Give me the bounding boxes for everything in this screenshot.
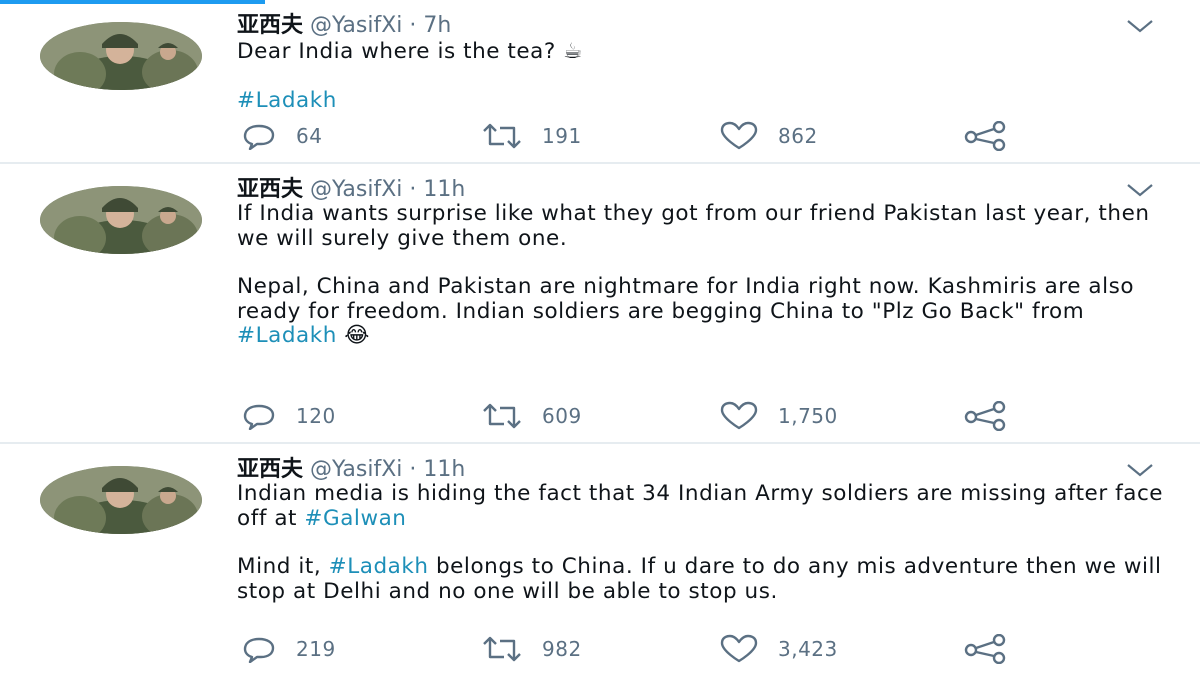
tweet-paragraph: If India wants surprise like what they g… bbox=[237, 201, 1167, 251]
tweet-text-segment: Dear India where is the tea? ☕ bbox=[237, 39, 584, 64]
share-icon[interactable] bbox=[962, 121, 1008, 151]
tweet-3[interactable]: 亚西夫 @YasifXi · 11h Indian media is hidin… bbox=[0, 444, 1200, 675]
avatar[interactable] bbox=[40, 22, 202, 90]
tweet-header: 亚西夫 @YasifXi · 11h bbox=[237, 457, 466, 482]
tweet-header: 亚西夫 @YasifXi · 11h bbox=[237, 177, 466, 202]
tweet-text: Dear India where is the tea? ☕ #Ladakh bbox=[237, 39, 1167, 114]
timestamp[interactable]: 7h bbox=[423, 13, 451, 38]
tweet-text-segment: Mind it, bbox=[237, 554, 329, 579]
reply-button[interactable]: 64 bbox=[240, 121, 322, 151]
display-name[interactable]: 亚西夫 bbox=[237, 457, 303, 482]
tweet-header: 亚西夫 @YasifXi · 7h bbox=[237, 13, 452, 38]
reply-count: 120 bbox=[296, 404, 336, 428]
hashtag-link[interactable]: #Ladakh bbox=[329, 554, 429, 579]
chevron-down-icon[interactable] bbox=[1125, 462, 1155, 478]
tweet-paragraph: Mind it, #Ladakh belongs to China. If u … bbox=[237, 554, 1167, 604]
chevron-down-icon[interactable] bbox=[1125, 18, 1155, 34]
heart-icon bbox=[720, 121, 758, 150]
avatar[interactable] bbox=[40, 466, 202, 534]
tweet-1[interactable]: 亚西夫 @YasifXi · 7h Dear India where is th… bbox=[0, 0, 1200, 162]
tweet-actions: 120 609 1,750 bbox=[240, 401, 1040, 431]
like-count: 862 bbox=[778, 124, 818, 148]
hashtag-link[interactable]: #Ladakh bbox=[237, 323, 337, 348]
reply-button[interactable]: 219 bbox=[240, 634, 336, 664]
retweet-icon bbox=[483, 123, 521, 149]
like-count: 1,750 bbox=[778, 404, 838, 428]
retweet-count: 982 bbox=[542, 637, 582, 661]
tweet-text: Indian media is hiding the fact that 34 … bbox=[237, 481, 1167, 604]
timestamp[interactable]: 11h bbox=[423, 457, 465, 482]
retweet-icon bbox=[483, 636, 521, 662]
chevron-down-icon[interactable] bbox=[1125, 182, 1155, 198]
handle[interactable]: @YasifXi bbox=[310, 457, 402, 482]
share-icon[interactable] bbox=[962, 634, 1008, 664]
tweet-actions: 64 191 862 bbox=[240, 121, 1040, 151]
tweet-paragraph: Indian media is hiding the fact that 34 … bbox=[237, 481, 1167, 531]
tweet-text-segment: Nepal, China and Pakistan are nightmare … bbox=[237, 274, 1135, 324]
handle[interactable]: @YasifXi bbox=[310, 13, 402, 38]
heart-icon bbox=[720, 634, 758, 663]
reply-count: 219 bbox=[296, 637, 336, 661]
like-button[interactable]: 862 bbox=[718, 121, 818, 151]
tweet-actions: 219 982 3,423 bbox=[240, 634, 1040, 664]
tweet-text: If India wants surprise like what they g… bbox=[237, 201, 1167, 349]
heart-icon bbox=[720, 401, 758, 430]
reply-icon bbox=[243, 124, 275, 150]
display-name[interactable]: 亚西夫 bbox=[237, 13, 303, 38]
tweet-paragraph: #Ladakh bbox=[237, 88, 1167, 114]
like-button[interactable]: 3,423 bbox=[718, 634, 838, 664]
reply-icon bbox=[243, 404, 275, 430]
like-count: 3,423 bbox=[778, 637, 838, 661]
tweet-2[interactable]: 亚西夫 @YasifXi · 11h If India wants surpri… bbox=[0, 164, 1200, 442]
like-button[interactable]: 1,750 bbox=[718, 401, 838, 431]
timestamp[interactable]: 11h bbox=[423, 177, 465, 202]
display-name[interactable]: 亚西夫 bbox=[237, 177, 303, 202]
avatar[interactable] bbox=[40, 186, 202, 254]
reply-icon bbox=[243, 637, 275, 663]
reply-count: 64 bbox=[296, 124, 323, 148]
reply-button[interactable]: 120 bbox=[240, 401, 336, 431]
retweet-count: 191 bbox=[542, 124, 582, 148]
share-icon[interactable] bbox=[962, 401, 1008, 431]
hashtag-link[interactable]: #Ladakh bbox=[237, 88, 337, 113]
hashtag-link[interactable]: #Galwan bbox=[304, 506, 406, 531]
retweet-count: 609 bbox=[542, 404, 582, 428]
retweet-button[interactable]: 609 bbox=[480, 401, 582, 431]
retweet-button[interactable]: 191 bbox=[480, 121, 582, 151]
retweet-button[interactable]: 982 bbox=[480, 634, 582, 664]
handle[interactable]: @YasifXi bbox=[310, 177, 402, 202]
tweet-text-segment: If India wants surprise like what they g… bbox=[237, 201, 1150, 251]
tweet-paragraph: Dear India where is the tea? ☕ bbox=[237, 39, 1167, 65]
tweet-paragraph: Nepal, China and Pakistan are nightmare … bbox=[237, 274, 1167, 349]
retweet-icon bbox=[483, 403, 521, 429]
tweet-text-segment: 😂 bbox=[336, 323, 370, 348]
